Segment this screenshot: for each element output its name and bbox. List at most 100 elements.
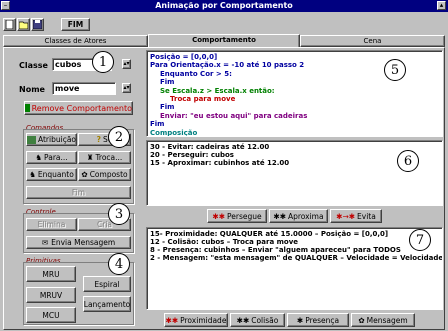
- evita-icon: ✱→✱: [336, 211, 356, 221]
- remove-label: Remove Comportamento: [31, 103, 132, 113]
- persegue-icon: ✱✱: [212, 211, 225, 221]
- title-bar: Animação por Comportamento: [0, 0, 448, 12]
- classe-value: cubos: [55, 60, 82, 69]
- mensagem-label: Mensagem: [366, 315, 408, 325]
- classe-dropdown-button[interactable]: ▴▾: [122, 59, 131, 69]
- envia-mensagem-button[interactable]: ✉ Envia Mensagem: [26, 236, 131, 249]
- list-item[interactable]: 15- Proximidade: QUALQUER até 15.0000 – …: [150, 230, 439, 238]
- para-label: Para...: [44, 153, 68, 162]
- troca-button[interactable]: ♜ Troca...: [78, 151, 131, 164]
- fim-button[interactable]: FIM: [61, 18, 90, 31]
- aproxima-button[interactable]: ✱✱ Aproxima: [269, 209, 328, 223]
- proximidade-button[interactable]: ✱✱ Proximidade: [164, 313, 228, 327]
- assign-icon: [27, 135, 36, 144]
- composto-button[interactable]: ✿ Composto: [78, 168, 131, 181]
- nome-field[interactable]: move: [52, 82, 116, 95]
- open-icon: [19, 21, 28, 29]
- lancamento-button[interactable]: Lançamento: [83, 296, 131, 312]
- callout-6: 6: [397, 150, 419, 172]
- mcu-button[interactable]: MCU: [26, 307, 76, 323]
- mcu-label: MCU: [42, 310, 60, 320]
- list-item[interactable]: 30 - Evitar: cadeiras até 12.00: [150, 143, 439, 151]
- aproxima-label: Aproxima: [287, 211, 324, 221]
- persegue-button[interactable]: ✱✱ Persegue: [207, 209, 267, 223]
- new-icon: [5, 20, 14, 29]
- enquanto-label: Enquanto: [37, 170, 74, 179]
- save-icon[interactable]: [31, 18, 44, 31]
- fim-block-label: Fim: [71, 188, 86, 197]
- window-title: Animação por Comportamento: [155, 1, 293, 10]
- colisao-icon: ✱✱: [236, 315, 250, 325]
- tab-classes-de-atores[interactable]: Classes de Atores: [3, 35, 148, 47]
- troca-label: Troca...: [95, 153, 123, 162]
- elimina-label: Elimina: [37, 220, 66, 229]
- nome-label: Nome: [19, 85, 45, 94]
- composite-icon: ✿: [81, 170, 88, 179]
- lancamento-label: Lançamento: [83, 299, 131, 309]
- list-item[interactable]: 2 - Mensagem: "esta mensagem" de QUALQUE…: [150, 254, 442, 262]
- callout-5: 5: [384, 59, 406, 81]
- tab-label: Cena: [363, 37, 382, 45]
- nome-dropdown-button[interactable]: ▴▾: [122, 83, 131, 93]
- proximidade-label: Proximidade: [180, 315, 227, 325]
- mru-button[interactable]: MRU: [26, 266, 76, 282]
- list-item[interactable]: 8 - Presença: cubinhos – Enviar "alguem …: [150, 246, 439, 254]
- classe-label: Classe: [19, 61, 48, 70]
- system-menu-button[interactable]: –: [1, 1, 10, 10]
- callout-2: 2: [108, 126, 130, 148]
- fim-block-button[interactable]: Fim: [26, 186, 131, 199]
- evita-label: Evita: [357, 211, 376, 221]
- window-control-button[interactable]: ▴: [437, 1, 446, 10]
- mruv-label: MRUV: [39, 290, 63, 300]
- proximidade-icon: ✱✱: [165, 315, 179, 325]
- colisao-label: Colisão: [251, 315, 279, 325]
- nome-value: move: [55, 84, 80, 93]
- espiral-label: Espiral: [94, 279, 120, 289]
- code-line[interactable]: Composição: [150, 129, 439, 136]
- callout-1: 1: [92, 51, 114, 73]
- open-icon[interactable]: [17, 18, 30, 31]
- code-line[interactable]: Fim: [150, 103, 439, 111]
- actions-list[interactable]: 30 - Evitar: cadeiras até 12.00 20 - Per…: [146, 140, 443, 206]
- tab-comportamento[interactable]: Comportamento: [148, 34, 300, 48]
- envelope-icon: ✉: [41, 238, 49, 247]
- atribuicao-button[interactable]: Atribuição: [26, 133, 77, 146]
- loop-icon: ♞: [29, 170, 36, 179]
- presenca-label: Presença: [305, 315, 340, 325]
- save-icon: [33, 20, 42, 29]
- code-line[interactable]: Enviar: "eu estou aqui" para cadeiras: [150, 112, 439, 120]
- code-line[interactable]: Se Escala.z > Escala.x então:: [150, 87, 439, 95]
- cria-label: Cria: [97, 220, 112, 229]
- events-list[interactable]: 15- Proximidade: QUALQUER até 15.0000 – …: [146, 227, 443, 310]
- composto-label: Composto: [89, 170, 128, 179]
- mru-label: MRU: [42, 269, 60, 279]
- tab-label: Comportamento: [192, 36, 256, 44]
- remove-icon: [25, 104, 30, 112]
- tab-label: Classes de Atores: [44, 37, 107, 45]
- para-button[interactable]: ♞ Para...: [26, 151, 77, 164]
- list-item[interactable]: 15 - Aproximar: cubinhos até 12.00: [150, 159, 439, 167]
- fim-button-label: FIM: [67, 20, 84, 29]
- remove-comportamento-button[interactable]: Remove Comportamento: [24, 101, 133, 115]
- presenca-button[interactable]: ✱ Presença: [287, 313, 349, 327]
- envia-label: Envia Mensagem: [51, 238, 116, 247]
- mensagem-button[interactable]: ✿ Mensagem: [351, 313, 415, 327]
- question-icon: ?: [96, 135, 101, 144]
- tab-cena[interactable]: Cena: [300, 35, 445, 47]
- presenca-icon: ✱: [296, 315, 304, 325]
- code-line[interactable]: Fim: [150, 120, 439, 128]
- evita-button[interactable]: ✱→✱ Evita: [330, 209, 382, 223]
- walker-icon: ♞: [35, 153, 43, 162]
- mensagem-icon: ✿: [358, 315, 365, 325]
- colisao-button[interactable]: ✱✱ Colisão: [230, 313, 285, 327]
- enquanto-button[interactable]: ♞ Enquanto: [26, 168, 77, 181]
- list-item[interactable]: 12 - Colisão: cubos – Troca para move: [150, 238, 439, 246]
- list-item[interactable]: 20 - Perseguir: cubos: [150, 151, 439, 159]
- code-line[interactable]: Troca para move: [150, 95, 439, 103]
- espiral-button[interactable]: Espiral: [83, 276, 131, 292]
- elimina-button[interactable]: Elimina: [26, 218, 77, 231]
- new-icon[interactable]: [3, 18, 16, 31]
- mruv-button[interactable]: MRUV: [26, 287, 76, 303]
- persegue-label: Persegue: [226, 211, 262, 221]
- aproxima-icon: ✱✱: [273, 211, 286, 221]
